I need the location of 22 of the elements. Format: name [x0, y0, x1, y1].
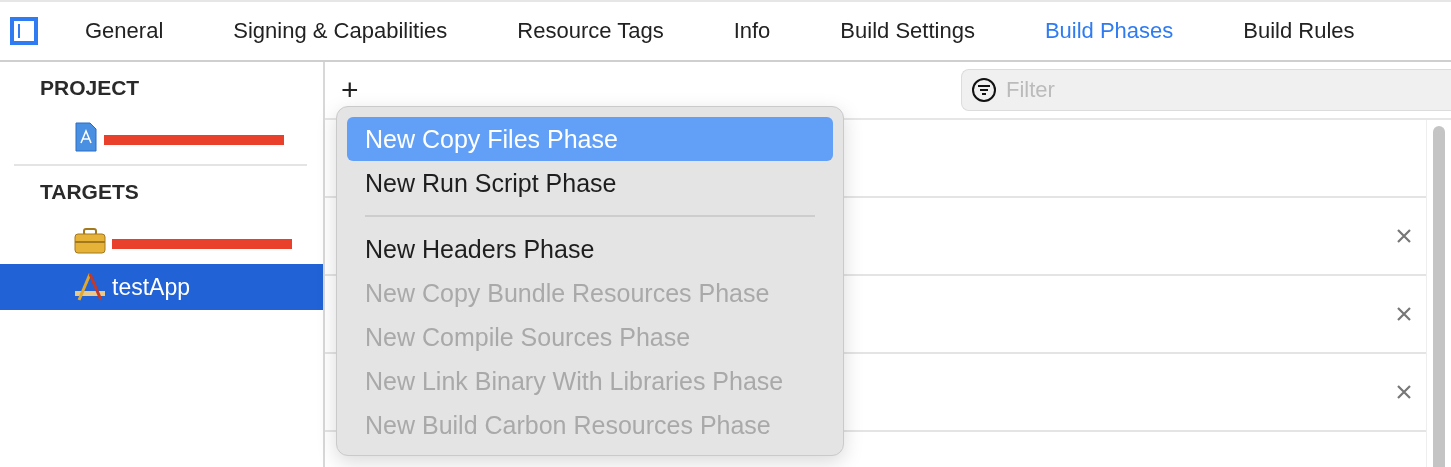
project-file-icon — [74, 122, 98, 152]
tab[interactable]: Build Phases — [1044, 18, 1174, 44]
toolbox-icon — [74, 228, 106, 254]
tab[interactable]: Signing & Capabilities — [233, 18, 448, 44]
tab[interactable]: Build Settings — [840, 18, 975, 44]
scrollbar-thumb[interactable] — [1433, 126, 1445, 467]
tab[interactable]: Info — [733, 18, 771, 44]
menu-item[interactable]: New Run Script Phase — [347, 161, 833, 205]
sidebar-item[interactable]: testApp — [0, 264, 323, 310]
close-icon[interactable] — [1396, 228, 1412, 244]
section-header: TARGETS — [39, 179, 140, 205]
item-label: testApp — [112, 273, 190, 301]
section-header: PROJECT — [39, 75, 141, 101]
tab[interactable]: General — [85, 18, 164, 44]
close-icon[interactable] — [1396, 384, 1412, 400]
close-icon[interactable] — [1396, 306, 1412, 322]
menu-item[interactable]: New Headers Phase — [347, 227, 833, 271]
tab[interactable]: Resource Tags — [517, 18, 664, 44]
tab[interactable]: Build Rules — [1243, 18, 1355, 44]
sidebar-toggle-icon[interactable] — [10, 17, 38, 45]
app-icon — [74, 272, 106, 302]
add-button[interactable]: + — [337, 75, 363, 105]
